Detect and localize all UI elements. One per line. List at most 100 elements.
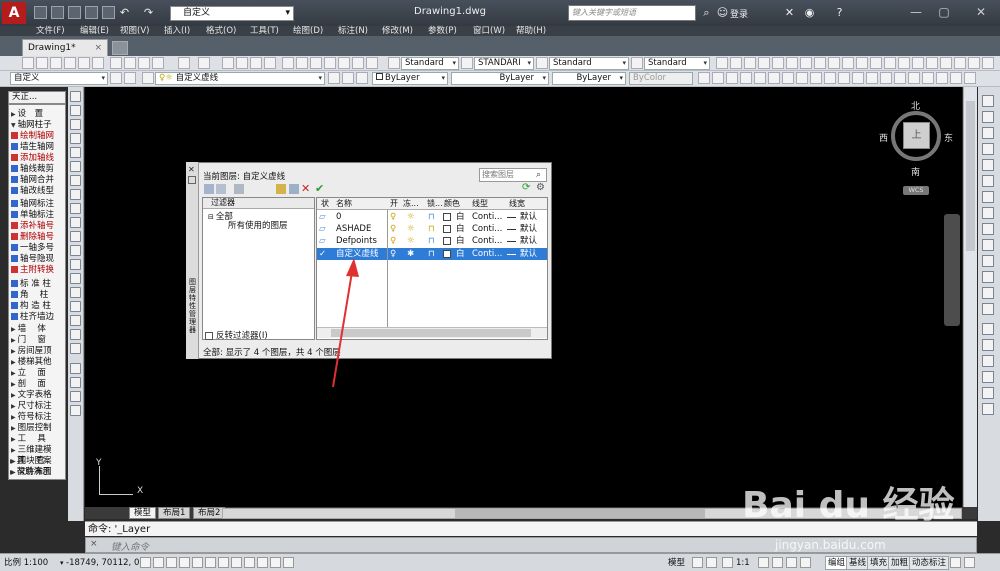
annotation-visibility-icon[interactable]: [758, 557, 769, 568]
layer-name[interactable]: 0: [336, 211, 341, 223]
tool-paste-icon[interactable]: [138, 57, 150, 69]
palette-tool-corner-column[interactable]: 角 柱: [11, 290, 65, 301]
palette-tool-merge-axis[interactable]: 轴网合并: [11, 175, 65, 186]
tool-sheetset-icon[interactable]: [324, 57, 336, 69]
palette-section-text-table[interactable]: ▶ 文字表格: [11, 390, 65, 401]
layer-unlock-icon[interactable]: ⊓: [428, 248, 435, 260]
r-tool-14-icon[interactable]: [982, 303, 994, 315]
save-icon[interactable]: [68, 6, 81, 19]
palette-tool-delete-axis-number[interactable]: 删除轴号: [11, 232, 65, 243]
layer-linetype[interactable]: Conti...: [472, 211, 502, 223]
tool-move-icon[interactable]: [768, 72, 780, 84]
layer-row[interactable]: ▱ ASHADE ♀ ☼ ⊓ 白 Conti... 默认: [317, 223, 547, 235]
tool-point-icon[interactable]: [856, 57, 868, 69]
close-command-icon[interactable]: ×: [90, 539, 98, 549]
scale-dropdown-icon[interactable]: ▾: [60, 556, 64, 570]
viewcube-wcs-menu[interactable]: WCS: [903, 186, 929, 195]
set-current-icon[interactable]: ✔: [315, 182, 324, 195]
layer-on-icon[interactable]: ♀: [390, 248, 396, 260]
v-arc-icon[interactable]: [70, 161, 81, 172]
tool-edit-icon[interactable]: [964, 72, 976, 84]
v-gradient-icon[interactable]: [70, 301, 81, 312]
viewcube-south[interactable]: 南: [911, 165, 920, 178]
r-tool-12-icon[interactable]: [982, 271, 994, 283]
ducs-icon[interactable]: [244, 557, 255, 568]
save-as-icon[interactable]: [85, 6, 98, 19]
tool-zoom-window-icon[interactable]: [250, 57, 262, 69]
tab-model[interactable]: 模型: [129, 507, 157, 519]
layer-states-manager-icon[interactable]: [234, 184, 244, 194]
palette-tool-multi-number[interactable]: 一轴多号: [11, 243, 65, 254]
viewcube-east[interactable]: 东: [944, 131, 953, 144]
tool-rotate-icon[interactable]: [782, 72, 794, 84]
layer-name[interactable]: 自定义虚线: [336, 248, 379, 260]
layer-lineweight[interactable]: 默认: [520, 211, 537, 223]
layer-list-scrollbar[interactable]: [317, 327, 547, 338]
palette-section-help[interactable]: ▶ 帮助演示: [10, 467, 64, 478]
tool-rect-icon[interactable]: [772, 57, 784, 69]
mleader-style-select[interactable]: Standard ▾: [644, 57, 710, 70]
palette-section-layer-control[interactable]: ▶ 图层控制: [11, 423, 65, 434]
palette-section-symbol[interactable]: ▶ 符号标注: [11, 412, 65, 423]
palette-tool-add-axis[interactable]: 添加轴线: [11, 153, 65, 164]
palette-section-settings[interactable]: ▶ 设 置: [11, 109, 65, 120]
tool-calc-icon[interactable]: [352, 57, 364, 69]
otrack-icon[interactable]: [231, 557, 242, 568]
tool-new-icon[interactable]: [22, 57, 34, 69]
layer-unlock-icon[interactable]: ⊓: [428, 235, 435, 247]
r-tool-16-icon[interactable]: [982, 339, 994, 351]
tool-erase-icon[interactable]: [698, 72, 710, 84]
tool-align-icon[interactable]: [936, 72, 948, 84]
dim-style-select[interactable]: STANDARI ▾: [474, 57, 534, 70]
annotation-scale-icon[interactable]: [722, 557, 733, 568]
minimize-button[interactable]: —: [904, 3, 928, 21]
tool-markup-icon[interactable]: [338, 57, 350, 69]
r-tool-18-icon[interactable]: [982, 371, 994, 383]
v-point-icon[interactable]: [70, 273, 81, 284]
tarch-palette-header[interactable]: 天正...: [8, 91, 66, 104]
col-name[interactable]: 名称: [336, 198, 352, 209]
vertical-scroll-thumb[interactable]: [966, 101, 975, 251]
autocad-logo[interactable]: A: [2, 2, 26, 24]
r-tool-4-icon[interactable]: [982, 143, 994, 155]
menu-tools[interactable]: 工具(T): [250, 24, 279, 36]
close-button[interactable]: ✕: [962, 3, 1000, 21]
col-color[interactable]: 颜色: [444, 198, 460, 209]
new-group-filter-icon[interactable]: [216, 184, 226, 194]
tab-layout1[interactable]: 布局1: [158, 507, 191, 519]
layer-select[interactable]: ♀☼ 自定义虚线 ▾: [155, 72, 325, 85]
fill-toggle[interactable]: 填充: [867, 556, 891, 570]
tool-trim-icon[interactable]: [824, 72, 836, 84]
tool-gradient-icon[interactable]: [884, 57, 896, 69]
layer-row-selected[interactable]: ✓ 自定义虚线 ♀ ✱ ⊓ 白 Conti... 默认: [317, 248, 547, 260]
layer-dialog-sidebar[interactable]: ✕ 图层特性管理器: [186, 162, 199, 359]
vertical-scrollbar[interactable]: [963, 87, 977, 507]
baseline-toggle[interactable]: 基线: [846, 556, 870, 570]
menu-modify[interactable]: 修改(M): [382, 24, 413, 36]
palette-section-elevation[interactable]: ▶ 立 面: [11, 368, 65, 379]
palette-tool-axis-linetype[interactable]: 轴改线型: [11, 186, 65, 197]
v-table-icon[interactable]: [70, 329, 81, 340]
v-ellipse-icon[interactable]: [70, 217, 81, 228]
r-tool-3-icon[interactable]: [982, 127, 994, 139]
layer-thaw-icon[interactable]: ✱: [407, 248, 414, 260]
tool-zoom-realtime-icon[interactable]: [236, 57, 248, 69]
layer-color-swatch[interactable]: [443, 237, 451, 245]
tab-layout2[interactable]: 布局2: [193, 507, 226, 519]
menu-format[interactable]: 格式(O): [206, 24, 236, 36]
layer-color[interactable]: 白: [456, 211, 465, 223]
tool-redo-icon[interactable]: [198, 57, 210, 69]
a360-icon[interactable]: ◉: [803, 6, 816, 19]
lineweight-select[interactable]: ByLayer ▾: [552, 72, 626, 85]
annotation-scale-readout[interactable]: 1:1: [736, 556, 750, 570]
v-offset-icon[interactable]: [70, 405, 81, 416]
tool-area-icon[interactable]: [968, 57, 980, 69]
tool-massprop-icon[interactable]: [982, 57, 994, 69]
layer-color[interactable]: 白: [456, 248, 465, 260]
tool-line-icon[interactable]: [716, 57, 728, 69]
tool-palettes-icon[interactable]: [310, 57, 322, 69]
r-tool-6-icon[interactable]: [982, 175, 994, 187]
v-polygon-icon[interactable]: [70, 133, 81, 144]
r-tool-1-icon[interactable]: [982, 95, 994, 107]
v-pline-icon[interactable]: [70, 119, 81, 130]
